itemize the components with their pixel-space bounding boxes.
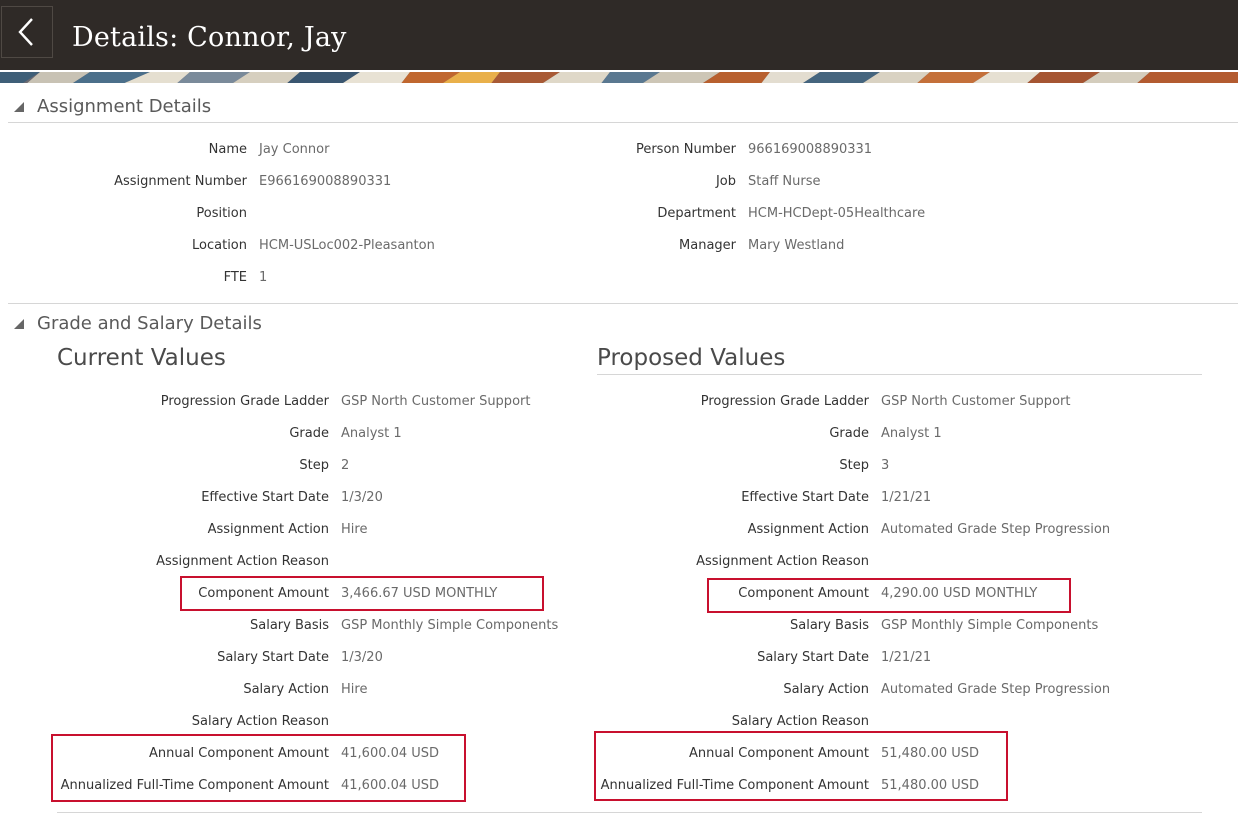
page-header: Details: Connor, Jay <box>0 0 1238 70</box>
field-value: Automated Grade Step Progression <box>881 682 1111 697</box>
field-row: Assignment Action Automated Grade Step Pr… <box>0 520 1238 540</box>
field-value: GSP North Customer Support <box>881 394 1071 409</box>
decorative-banner <box>0 70 1238 83</box>
section-divider <box>8 303 1238 304</box>
field-row: Salary Start Date 1/21/21 <box>0 648 1238 668</box>
field-label: Salary Action Reason <box>731 714 869 729</box>
field-label: Progression Grade Ladder <box>700 394 869 409</box>
section-title: Assignment Details <box>37 96 212 117</box>
field-value: Analyst 1 <box>881 426 942 441</box>
field-value: 3 <box>881 458 890 473</box>
back-button[interactable] <box>1 6 53 58</box>
highlight-current-annual-amounts <box>51 734 466 802</box>
chevron-left-icon <box>18 18 33 46</box>
field-label: Department <box>657 206 736 221</box>
field-row: Department HCM-HCDept-05Healthcare <box>0 204 1238 224</box>
highlight-proposed-annual-amounts <box>594 731 1008 801</box>
proposed-values-divider <box>597 374 1202 375</box>
field-label: FTE <box>223 270 247 285</box>
field-row: Step 3 <box>0 456 1238 476</box>
field-row: Effective Start Date 1/21/21 <box>0 488 1238 508</box>
field-row: Person Number 966169008890331 <box>0 140 1238 160</box>
disclosure-expanded-icon <box>14 319 24 329</box>
field-row: Manager Mary Westland <box>0 236 1238 256</box>
field-value: 1 <box>259 270 268 285</box>
field-row: FTE 1 <box>0 268 1238 288</box>
field-label: Assignment Action Reason <box>696 554 869 569</box>
field-label: Effective Start Date <box>741 490 869 505</box>
field-row: Progression Grade Ladder GSP North Custom… <box>0 392 1238 412</box>
field-value: 966169008890331 <box>748 142 873 157</box>
field-value: Mary Westland <box>748 238 845 253</box>
highlight-proposed-component-amount <box>707 578 1071 613</box>
field-value: Automated Grade Step Progression <box>881 522 1111 537</box>
field-value: GSP Monthly Simple Components <box>881 618 1099 633</box>
field-label: Assignment Action <box>747 522 869 537</box>
field-label: Person Number <box>635 142 736 157</box>
bottom-divider <box>57 812 1202 813</box>
field-value: 1/21/21 <box>881 490 932 505</box>
field-row: Salary Basis GSP Monthly Simple Component… <box>0 616 1238 636</box>
field-row: Salary Action Reason <box>0 712 1238 732</box>
proposed-values-heading: Proposed Values <box>597 345 786 371</box>
assignment-details-header[interactable]: Assignment Details <box>8 95 211 119</box>
page-title: Details: Connor, Jay <box>72 22 347 53</box>
field-row: Assignment Action Reason <box>0 552 1238 572</box>
field-row: Job Staff Nurse <box>0 172 1238 192</box>
field-row: Salary Action Automated Grade Step Progre… <box>0 680 1238 700</box>
field-label: Grade <box>829 426 869 441</box>
field-label: Salary Action <box>783 682 869 697</box>
section-title: Grade and Salary Details <box>37 313 262 334</box>
field-value: Staff Nurse <box>748 174 821 189</box>
field-row: Grade Analyst 1 <box>0 424 1238 444</box>
field-label: Salary Start Date <box>757 650 869 665</box>
field-value: 1/21/21 <box>881 650 932 665</box>
field-label: Job <box>715 174 736 189</box>
section-divider <box>8 122 1238 123</box>
disclosure-expanded-icon <box>14 102 24 112</box>
field-value: HCM-HCDept-05Healthcare <box>748 206 926 221</box>
grade-salary-details-header[interactable]: Grade and Salary Details <box>8 312 262 336</box>
field-label: Salary Basis <box>789 618 869 633</box>
field-label: Step <box>839 458 869 473</box>
current-values-heading: Current Values <box>57 345 226 371</box>
field-label: Manager <box>679 238 736 253</box>
highlight-current-component-amount <box>180 576 544 611</box>
